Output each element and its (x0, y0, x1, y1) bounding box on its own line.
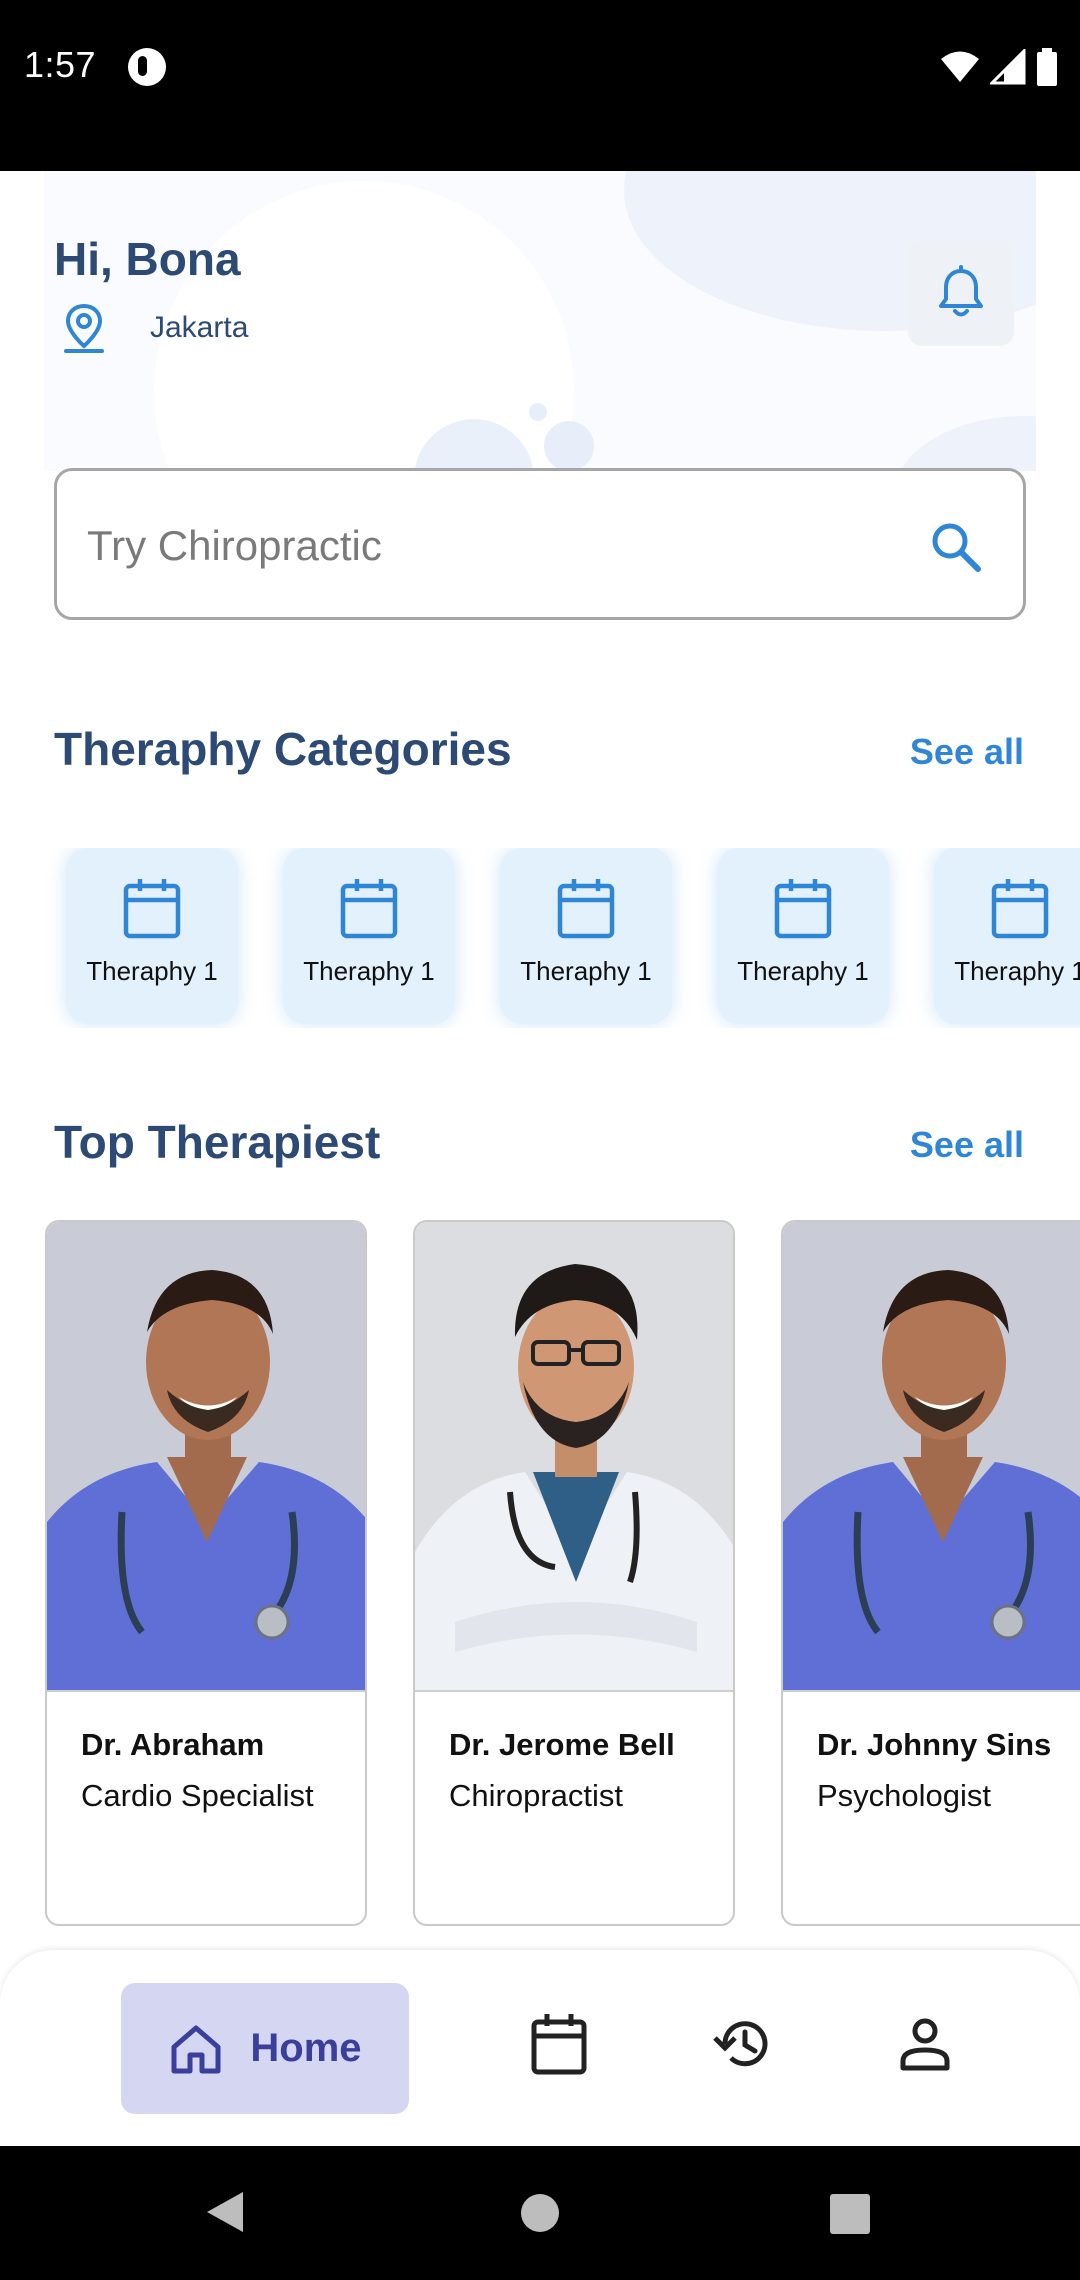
therapist-card[interactable]: Dr. Johnny Sins Psychologist (781, 1220, 1080, 1926)
status-icons (940, 48, 1058, 86)
notifications-button[interactable] (908, 240, 1014, 346)
calendar-icon[interactable] (530, 2012, 588, 2076)
calendar-icon (774, 879, 832, 939)
home-circle-icon[interactable] (520, 2193, 560, 2233)
therapist-specialty: Chiropractist (449, 1778, 623, 1813)
battery-icon (1037, 48, 1057, 86)
therapists-list: Dr. Abraham Cardio Specialist Dr. Jerome… (0, 1220, 1080, 1930)
category-label: Theraphy 1 (303, 956, 435, 986)
calendar-icon (557, 879, 615, 939)
therapist-photo (783, 1222, 1080, 1692)
category-label: Theraphy 1 (86, 956, 218, 986)
history-icon[interactable] (713, 2016, 773, 2072)
wifi-icon (941, 51, 979, 82)
nav-home-button[interactable]: Home (121, 1983, 409, 2114)
cellular-icon (990, 49, 1026, 85)
search-input[interactable] (87, 511, 887, 581)
category-card[interactable]: Theraphy 1 (283, 848, 455, 1024)
category-card[interactable]: Theraphy 1 (500, 848, 672, 1024)
therapist-name: Dr. Jerome Bell (449, 1727, 675, 1762)
category-card[interactable]: Theraphy 1 (717, 848, 889, 1024)
greeting-title: Hi, Bona (54, 233, 241, 285)
therapist-photo (47, 1222, 365, 1692)
back-icon[interactable] (205, 2190, 245, 2234)
status-time: 1:57 (24, 44, 97, 85)
home-icon (171, 2025, 221, 2073)
calendar-icon (991, 879, 1049, 939)
therapists-title: Top Therapiest (54, 1116, 381, 1168)
therapist-specialty: Cardio Specialist (81, 1778, 314, 1813)
therapist-card[interactable]: Dr. Abraham Cardio Specialist (45, 1220, 367, 1926)
category-label: Theraphy 1 (954, 956, 1080, 986)
bell-icon (939, 265, 983, 317)
recents-icon[interactable] (829, 2193, 871, 2235)
category-card[interactable]: Theraphy 1 (66, 848, 238, 1024)
therapist-specialty: Psychologist (817, 1778, 992, 1813)
therapist-name: Dr. Johnny Sins (817, 1727, 1052, 1762)
search-icon[interactable] (928, 519, 984, 575)
calendar-icon (340, 879, 398, 939)
categories-list: Theraphy 1 Theraphy 1 Theraphy 1 Theraph… (0, 848, 1080, 1028)
status-bar: 1:57 (0, 0, 1080, 171)
calendar-icon (123, 879, 181, 939)
therapist-name: Dr. Abraham (81, 1727, 265, 1762)
search-field[interactable] (54, 468, 1026, 620)
location-pin-icon (64, 303, 104, 353)
therapist-photo (415, 1222, 733, 1692)
bottom-navigation: Home (0, 1950, 1080, 2146)
category-card[interactable]: Theraphy 1 (934, 848, 1080, 1024)
location-row: Jakarta (62, 302, 248, 354)
category-label: Theraphy 1 (520, 956, 652, 986)
categories-title: Theraphy Categories (54, 723, 512, 775)
location-label: Jakarta (150, 311, 249, 344)
category-label: Theraphy 1 (737, 956, 869, 986)
profile-icon[interactable] (899, 2016, 951, 2072)
nav-home-label: Home (250, 2026, 362, 2070)
system-navigation-bar (0, 2146, 1080, 2280)
therapists-see-all-link[interactable]: See all (910, 1124, 1024, 1166)
notification-app-icon (128, 48, 166, 86)
categories-see-all-link[interactable]: See all (910, 731, 1024, 773)
therapist-card[interactable]: Dr. Jerome Bell Chiropractist (413, 1220, 735, 1926)
